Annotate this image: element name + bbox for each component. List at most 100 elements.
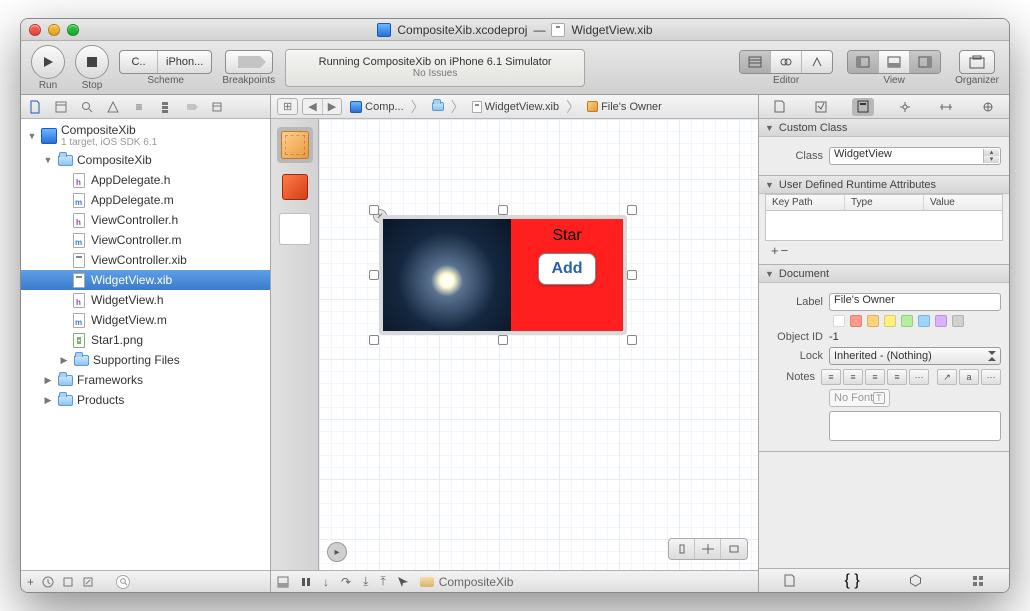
align-right-button[interactable]: ≡ [865,369,885,385]
tree-folder[interactable]: ▼CompositeXib [21,150,270,170]
tree-folder[interactable]: ▶Supporting Files [21,350,270,370]
add-attr-button[interactable]: + [771,243,779,258]
color-chip[interactable] [935,315,947,327]
tree-file[interactable]: ViewController.h [21,210,270,230]
pin-button[interactable] [695,539,721,559]
search-navigator-icon[interactable] [79,99,95,115]
recent-icon[interactable] [42,576,54,588]
filter-icon[interactable] [82,576,94,588]
resize-handle[interactable] [498,205,508,215]
jump-project[interactable]: Comp... [346,101,408,113]
assistant-editor-button[interactable] [771,51,802,73]
toggle-utilities-button[interactable] [910,51,940,73]
breakpoint-navigator-icon[interactable] [183,99,199,115]
step-over-button[interactable]: ↷ [341,575,351,589]
resize-handle[interactable] [369,270,379,280]
tree-folder[interactable]: ▶Products [21,390,270,410]
color-chip[interactable] [850,315,862,327]
standard-editor-button[interactable] [740,51,771,73]
identity-inspector-icon[interactable] [852,98,874,116]
resolve-button[interactable] [721,539,747,559]
version-editor-button[interactable] [802,51,832,73]
toggle-navigator-button[interactable] [848,51,879,73]
close-window-button[interactable] [29,24,41,36]
minimize-window-button[interactable] [48,24,60,36]
run-button[interactable] [31,45,65,79]
label-color-chips[interactable] [833,315,964,327]
resize-handle[interactable] [627,205,637,215]
location-button[interactable] [398,577,408,587]
jump-object[interactable]: File's Owner [583,101,666,113]
related-items-button[interactable]: ⊞ [277,98,298,115]
scheme-target[interactable]: C.. [120,51,158,73]
interface-builder-canvas[interactable]: ✕ Star Add ▸ [319,119,758,570]
view-segment[interactable] [847,50,941,74]
tree-file[interactable]: Star1.png [21,330,270,350]
align-button[interactable] [669,539,695,559]
font-a-button[interactable]: a [959,369,979,385]
project-tree[interactable]: ▼ CompositeXib1 target, iOS SDK 6.1 ▼Com… [21,119,270,570]
font-selector[interactable]: No FontT [829,389,890,407]
media-lib-icon[interactable] [972,575,984,587]
resize-handle[interactable] [369,335,379,345]
tree-file[interactable]: AppDelegate.h [21,170,270,190]
color-chip[interactable] [867,315,879,327]
align-justify-button[interactable]: ≡ [887,369,907,385]
color-chip[interactable] [884,315,896,327]
runtime-table-body[interactable] [765,211,1003,241]
class-field[interactable]: WidgetView ▴▾ [829,147,1001,165]
editor-mode-segment[interactable] [739,50,833,74]
stepper-down[interactable]: ▾ [983,156,999,163]
tree-file[interactable]: WidgetView.h [21,290,270,310]
toggle-outline-button[interactable]: ▸ [327,542,347,562]
link-button[interactable]: ↗ [937,369,957,385]
resize-handle[interactable] [369,205,379,215]
zoom-window-button[interactable] [67,24,79,36]
more-button[interactable]: ⋯ [981,369,1001,385]
symbol-navigator-icon[interactable] [53,99,69,115]
color-chip[interactable] [952,315,964,327]
resize-handle[interactable] [627,335,637,345]
log-navigator-icon[interactable] [209,99,225,115]
test-navigator-icon[interactable]: ≡ [131,99,147,115]
jump-folder[interactable] [428,102,448,111]
quick-help-icon[interactable] [810,98,832,116]
widget-view-selection[interactable]: ✕ Star Add [379,215,627,335]
history-buttons[interactable]: ◀▶ [302,98,342,115]
object-lib-icon[interactable] [909,574,922,587]
attributes-inspector-icon[interactable] [894,98,916,116]
thread-selector[interactable]: CompositeXib [420,575,514,589]
stop-button[interactable] [75,45,109,79]
color-chip[interactable] [918,315,930,327]
tree-file[interactable]: WidgetView.m [21,310,270,330]
issue-navigator-icon[interactable] [105,99,121,115]
code-snippet-lib-icon[interactable]: { } [845,572,860,590]
tree-file[interactable]: ViewController.xib [21,250,270,270]
tree-project-root[interactable]: ▼ CompositeXib1 target, iOS SDK 6.1 [21,121,270,150]
tree-file[interactable]: AppDelegate.m [21,190,270,210]
project-navigator-icon[interactable] [27,99,43,115]
file-template-lib-icon[interactable] [784,574,795,587]
activity-viewer[interactable]: Running CompositeXib on iPhone 6.1 Simul… [285,49,585,87]
scm-icon[interactable] [62,576,74,588]
lock-select[interactable]: Inherited - (Nothing) [829,347,1001,365]
jump-file[interactable]: WidgetView.xib [468,101,563,113]
remove-attr-button[interactable]: − [781,243,789,258]
resize-handle[interactable] [498,335,508,345]
toggle-debug-area-button[interactable] [277,576,289,588]
toggle-debug-button[interactable] [879,51,910,73]
tree-file-selected[interactable]: WidgetView.xib [21,270,270,290]
search-filter-icon[interactable] [116,575,130,589]
scheme-destination[interactable]: iPhon... [158,51,211,73]
tree-folder[interactable]: ▶Frameworks [21,370,270,390]
step-in-button[interactable]: ⤓ [363,574,368,589]
breakpoints-button[interactable] [225,50,273,74]
view-placeholder-dock[interactable] [277,211,313,247]
connections-inspector-icon[interactable] [977,98,999,116]
align-center-button[interactable]: ≡ [843,369,863,385]
canvas-layout-buttons[interactable] [668,538,748,560]
resize-handle[interactable] [627,270,637,280]
align-left-button[interactable]: ≡ [821,369,841,385]
pause-button[interactable] [301,577,311,587]
step-out-button[interactable]: ⤒ [380,574,385,589]
